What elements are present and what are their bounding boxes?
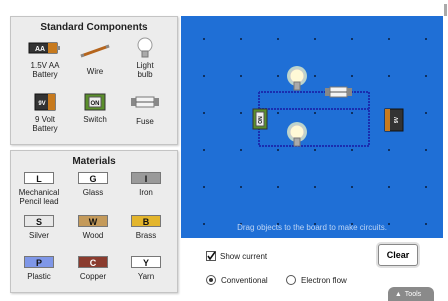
material-swatch: C: [78, 256, 108, 268]
wire-icon: [80, 44, 110, 58]
svg-text:9V: 9V: [394, 116, 400, 123]
material-label: Yarn: [137, 272, 155, 281]
light-bulb-label: Light bulb: [136, 61, 154, 79]
triangle-up-icon: ▲: [394, 290, 402, 298]
material-swatch: B: [131, 215, 161, 227]
material-swatch: L: [24, 172, 54, 184]
material-label: Glass: [82, 188, 104, 197]
material-label: Plastic: [27, 272, 51, 281]
material-label: Wood: [82, 231, 104, 240]
svg-text:9V: 9V: [38, 101, 45, 107]
svg-text:ON: ON: [258, 116, 264, 124]
material-wood[interactable]: W Wood: [68, 215, 118, 240]
material-label: Copper: [79, 272, 107, 281]
aa-battery-label: 1.5V AA Battery: [30, 61, 60, 79]
electron-flow-label: Electron flow: [301, 275, 347, 285]
material-brass[interactable]: B Brass: [121, 215, 171, 240]
show-current-toggle[interactable]: Show current: [206, 251, 267, 261]
material-yarn[interactable]: Y Yarn: [121, 256, 171, 281]
wire-label: Wire: [86, 67, 104, 76]
nine-volt-battery-component[interactable]: 9V 9 Volt Battery: [17, 91, 73, 133]
clear-button[interactable]: Clear: [378, 244, 418, 266]
svg-text:AA: AA: [35, 46, 45, 53]
aa-battery-component[interactable]: AA 1.5V AA Battery: [17, 39, 73, 79]
material-copper[interactable]: C Copper: [68, 256, 118, 281]
conventional-label: Conventional: [221, 275, 268, 285]
light-bulb-component[interactable]: Light bulb: [117, 37, 173, 79]
circuit-board[interactable]: ON 9V Drag objects to the board to make …: [181, 16, 443, 238]
material-label: Iron: [139, 188, 153, 197]
board-switch[interactable]: ON: [252, 108, 268, 130]
material-label: Silver: [28, 231, 49, 240]
switch-label: Switch: [83, 115, 107, 124]
material-swatch: Y: [131, 256, 161, 268]
wire-loop: [258, 91, 370, 147]
scrollbar-thumb[interactable]: [444, 4, 447, 16]
nine-volt-battery-icon: 9V: [34, 93, 56, 111]
board-nine-volt-battery[interactable]: 9V: [384, 108, 404, 132]
fuse-icon: [131, 96, 159, 108]
circuit-drawing: ON 9V: [252, 66, 404, 147]
wire-component[interactable]: Wire: [67, 39, 123, 76]
show-current-label: Show current: [220, 251, 268, 261]
switch-component[interactable]: ON Switch: [67, 91, 123, 124]
conventional-radio[interactable]: [206, 275, 216, 285]
electron-flow-option[interactable]: Electron flow: [286, 275, 347, 285]
board-light-bulb-2[interactable]: [287, 122, 307, 147]
material-swatch: S: [24, 215, 54, 227]
material-label: Mechanical Pencil lead: [18, 188, 60, 206]
show-current-checkbox[interactable]: [206, 251, 216, 261]
fuse-label: Fuse: [136, 117, 154, 126]
material-glass[interactable]: G Glass: [68, 172, 118, 197]
light-bulb-icon: [137, 37, 153, 58]
tools-label: Tools: [404, 290, 422, 298]
material-iron[interactable]: I Iron: [121, 172, 171, 197]
conventional-option[interactable]: Conventional: [206, 275, 268, 285]
material-swatch: W: [78, 215, 108, 227]
material-mechanical-pencil-lead[interactable]: L Mechanical Pencil lead: [14, 172, 64, 206]
board-light-bulb-1[interactable]: [287, 66, 307, 91]
material-swatch: I: [131, 172, 161, 184]
standard-components-panel: Standard Components AA 1.5V AA Battery W…: [10, 16, 178, 145]
materials-title: Materials: [72, 156, 116, 167]
components-title: Standard Components: [40, 22, 148, 33]
electron-flow-radio[interactable]: [286, 275, 296, 285]
material-label: Brass: [135, 231, 157, 240]
switch-icon: ON: [84, 93, 106, 111]
material-swatch: G: [78, 172, 108, 184]
svg-text:ON: ON: [91, 101, 100, 107]
board-fuse[interactable]: [325, 86, 352, 98]
checkmark-icon: [207, 251, 216, 261]
fuse-component[interactable]: Fuse: [117, 91, 173, 126]
material-plastic[interactable]: P Plastic: [14, 256, 64, 281]
material-swatch: P: [24, 256, 54, 268]
board-hint: Drag objects to the board to make circui…: [237, 223, 387, 232]
nine-volt-battery-label: 9 Volt Battery: [32, 115, 58, 133]
materials-panel: Materials L Mechanical Pencil lead G Glass I…: [10, 150, 178, 293]
material-silver[interactable]: S Silver: [14, 215, 64, 240]
aa-battery-icon: AA: [28, 42, 60, 54]
